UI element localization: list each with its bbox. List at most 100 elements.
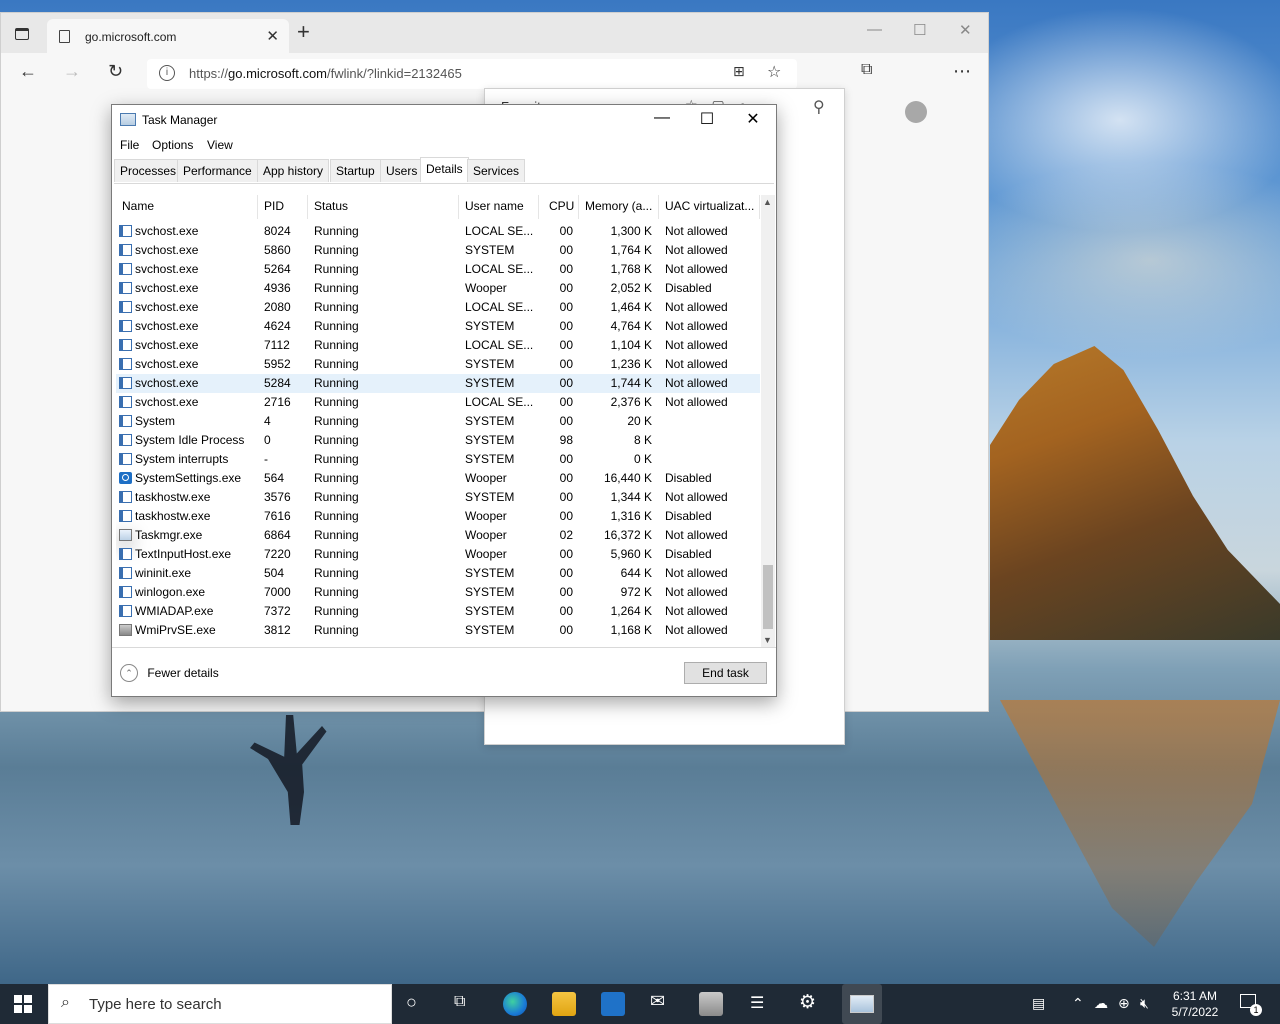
tab-details[interactable]: Details	[420, 157, 469, 182]
table-row[interactable]: Taskmgr.exe 6864 Running Wooper 02 16,372 K No…	[116, 526, 760, 545]
remote-desktop-icon[interactable]	[699, 992, 723, 1016]
tab-processes[interactable]: Processes	[114, 159, 183, 182]
maximize-icon[interactable]: ☐	[687, 109, 727, 129]
start-button[interactable]	[14, 995, 32, 1013]
column-header-cpu[interactable]: CPU	[539, 195, 579, 219]
scroll-down-icon[interactable]: ▼	[763, 635, 772, 645]
table-row[interactable]: svchost.exe 5284 Running SYSTEM 00 1,744 K Not…	[116, 374, 760, 393]
cell-status: Running	[314, 224, 359, 238]
table-row[interactable]: taskhostw.exe 7616 Running Wooper 00 1,316 K D…	[116, 507, 760, 526]
site-info-icon[interactable]: i	[159, 65, 175, 81]
vertical-scrollbar[interactable]: ▲ ▼	[761, 195, 775, 647]
settings-gear-icon[interactable]: ⚙	[799, 991, 816, 1014]
table-row[interactable]: TextInputHost.exe 7220 Running Wooper 00 5,96…	[116, 545, 760, 564]
fewer-details-button[interactable]: ⌃ Fewer details	[120, 664, 219, 682]
close-window-icon[interactable]: ✕	[959, 21, 972, 39]
cell-status: Running	[314, 262, 359, 276]
onedrive-icon[interactable]: ☁	[1094, 995, 1108, 1012]
cell-user: SYSTEM	[465, 452, 515, 466]
task-manager-taskbar-button[interactable]	[842, 984, 882, 1024]
table-row[interactable]: winlogon.exe 7000 Running SYSTEM 00 972 K Not …	[116, 583, 760, 602]
store-icon[interactable]	[601, 992, 625, 1016]
tab-strip: Processes Performance App history Startu…	[114, 157, 774, 184]
close-tab-icon[interactable]: ✕	[266, 27, 279, 45]
menu-options[interactable]: Options	[152, 138, 193, 152]
close-icon[interactable]: ✕	[733, 109, 773, 129]
table-row[interactable]: System interrupts - Running SYSTEM 00 0 K	[116, 450, 760, 469]
volume-muted-icon[interactable]: 🔇︎	[1140, 995, 1149, 1012]
table-row[interactable]: svchost.exe 5264 Running LOCAL SE... 00 1,768…	[116, 260, 760, 279]
notepad-list-icon[interactable]: ☰	[750, 993, 764, 1013]
back-icon[interactable]: ←	[19, 61, 37, 82]
keyboard-layout-icon[interactable]: ▤	[1032, 995, 1045, 1012]
tab-users[interactable]: Users	[380, 159, 424, 182]
scrollbar-thumb[interactable]	[763, 565, 773, 629]
minimize-icon[interactable]: —	[642, 109, 682, 127]
tab-startup[interactable]: Startup	[330, 159, 381, 182]
task-view-icon[interactable]: ⧉	[454, 993, 465, 1011]
table-row[interactable]: svchost.exe 4936 Running Wooper 00 2,052 K Dis…	[116, 279, 760, 298]
forward-icon[interactable]: →	[63, 61, 81, 82]
scroll-up-icon[interactable]: ▲	[763, 197, 772, 207]
pin-icon[interactable]: ⚲	[813, 97, 825, 117]
table-row[interactable]: taskhostw.exe 3576 Running SYSTEM 00 1,344 K N…	[116, 488, 760, 507]
cell-uac: Not allowed	[665, 528, 728, 542]
address-bar[interactable]: i https://go.microsoft.com/fwlink/?linki…	[147, 59, 797, 89]
column-header-uac[interactable]: UAC virtualizat...	[659, 195, 760, 219]
cortana-icon[interactable]: ○	[406, 992, 417, 1013]
tab-services[interactable]: Services	[467, 159, 526, 182]
file-explorer-icon[interactable]	[552, 992, 576, 1016]
table-row[interactable]: WmiPrvSE.exe 3812 Running SYSTEM 00 1,168 K No…	[116, 621, 760, 640]
table-row[interactable]: svchost.exe 7112 Running LOCAL SE... 00 1,104…	[116, 336, 760, 355]
collections-icon[interactable]: ⧉	[861, 61, 872, 79]
add-favorite-icon[interactable]: ☆	[767, 62, 781, 82]
tab-performance[interactable]: Performance	[177, 159, 258, 182]
cell-uac: Not allowed	[665, 395, 728, 409]
table-row[interactable]: wininit.exe 504 Running SYSTEM 00 644 K Not al…	[116, 564, 760, 583]
table-row[interactable]: SystemSettings.exe 564 Running Wooper 00 16,4…	[116, 469, 760, 488]
browser-tab[interactable]: go.microsoft.com ✕	[47, 19, 289, 53]
table-row[interactable]: System Idle Process 0 Running SYSTEM 98 8 K	[116, 431, 760, 450]
cell-mem: 16,372 K	[603, 528, 652, 542]
cell-pid: 4624	[264, 319, 291, 333]
minimize-icon[interactable]: —	[867, 21, 882, 38]
table-row[interactable]: svchost.exe 4624 Running SYSTEM 00 4,764 K Not…	[116, 317, 760, 336]
refresh-icon[interactable]: ↻	[108, 61, 123, 82]
taskbar-search-box[interactable]: ⌕ Type here to search	[48, 984, 392, 1024]
table-row[interactable]: svchost.exe 2716 Running LOCAL SE... 00 2,376…	[116, 393, 760, 412]
menu-file[interactable]: File	[120, 138, 139, 152]
table-row[interactable]: svchost.exe 2080 Running LOCAL SE... 00 1,464…	[116, 298, 760, 317]
maximize-icon[interactable]: ☐	[913, 21, 926, 39]
new-tab-icon[interactable]: +	[297, 19, 310, 45]
table-row[interactable]: System 4 Running SYSTEM 00 20 K	[116, 412, 760, 431]
table-row[interactable]: svchost.exe 5860 Running SYSTEM 00 1,764 K Not…	[116, 241, 760, 260]
app-available-icon[interactable]: ⊞	[733, 63, 745, 80]
column-header-memory[interactable]: Memory (a...	[579, 195, 659, 219]
column-header-user[interactable]: User name	[459, 195, 539, 219]
tab-actions-icon[interactable]	[15, 28, 29, 40]
table-row[interactable]: svchost.exe 5952 Running SYSTEM 00 1,236 K Not…	[116, 355, 760, 374]
profile-avatar[interactable]	[905, 101, 927, 123]
cell-pid: 5952	[264, 357, 291, 371]
task-manager-titlebar[interactable]: Task Manager — ☐ ✕	[112, 105, 776, 135]
end-task-button[interactable]: End task	[684, 662, 767, 684]
fewer-details-label: Fewer details	[147, 666, 219, 680]
edge-icon[interactable]	[503, 992, 527, 1016]
search-icon: ⌕	[61, 994, 70, 1011]
cell-pid: 564	[264, 471, 285, 485]
system-clock[interactable]: 6:31 AM 5/7/2022	[1164, 988, 1226, 1020]
column-header-pid[interactable]: PID	[258, 195, 308, 219]
more-options-icon[interactable]: ⋯	[953, 61, 971, 82]
network-icon[interactable]: ⊕	[1118, 995, 1130, 1012]
menu-view[interactable]: View	[207, 138, 233, 152]
table-row[interactable]: svchost.exe 8024 Running LOCAL SE... 00 1,300…	[116, 222, 760, 241]
cell-uac: Disabled	[665, 547, 712, 561]
mail-icon[interactable]: ✉	[650, 991, 665, 1012]
process-icon	[119, 358, 132, 370]
process-icon	[119, 434, 132, 446]
process-icon	[119, 605, 132, 617]
show-hidden-icons-icon[interactable]: ⌃	[1072, 995, 1084, 1012]
column-header-status[interactable]: Status	[308, 195, 459, 219]
tab-app-history[interactable]: App history	[257, 159, 330, 182]
table-row[interactable]: WMIADAP.exe 7372 Running SYSTEM 00 1,264 K Not…	[116, 602, 760, 621]
